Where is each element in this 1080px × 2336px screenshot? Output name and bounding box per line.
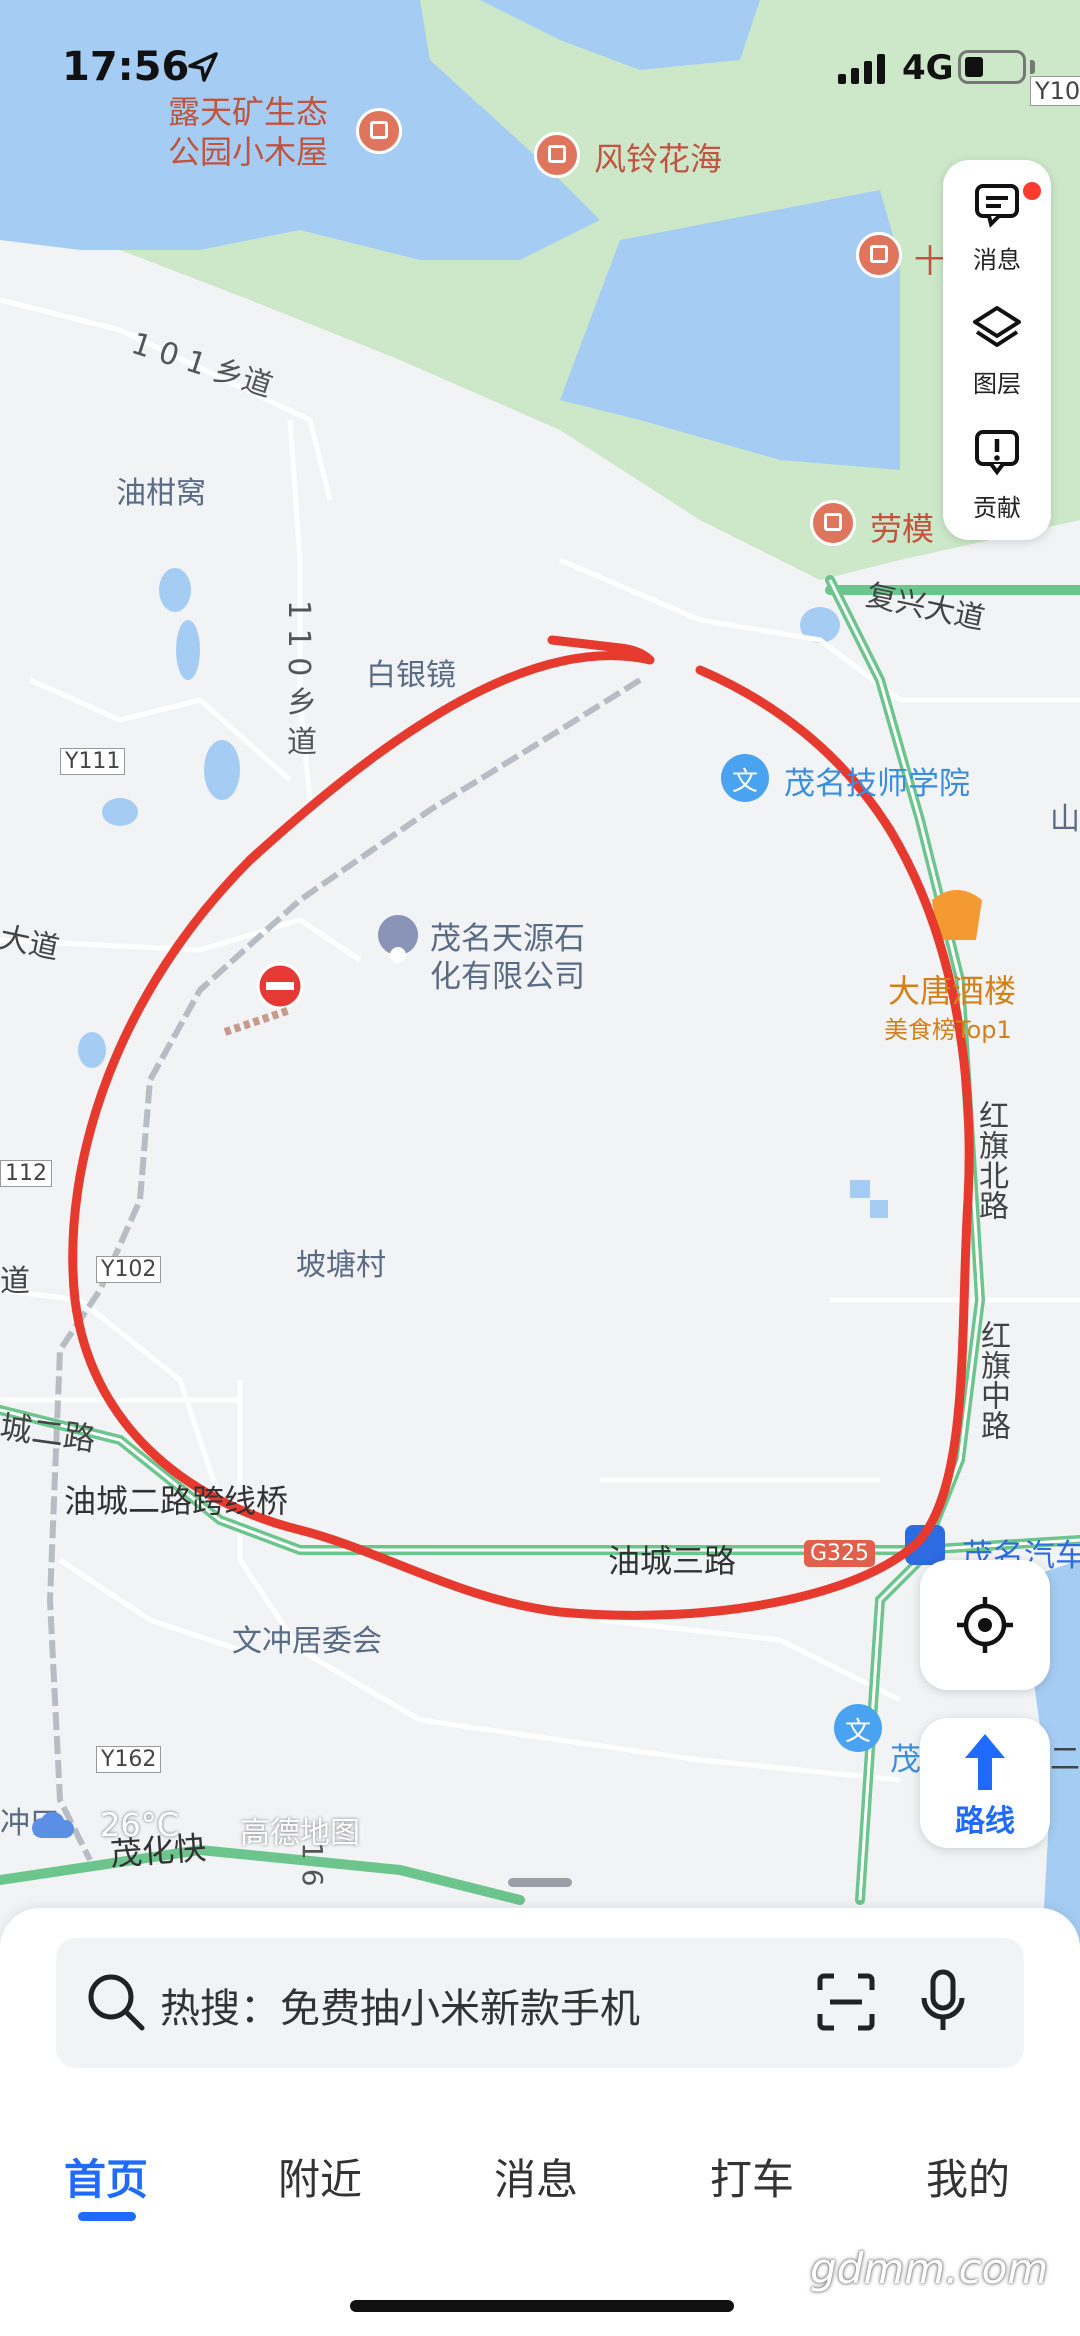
cellular-signal-icon [838, 54, 885, 84]
road-label: G325 [804, 1540, 876, 1567]
road-label: 道 [0, 1264, 30, 1299]
map-label-poi[interactable]: 劳模 [870, 504, 934, 550]
svg-text:文: 文 [732, 766, 758, 796]
tab-home[interactable]: 首页 [64, 2146, 148, 2207]
messages-button[interactable]: 消息 [943, 166, 1051, 286]
place-label: 白银镜 [366, 658, 456, 693]
svg-text:文: 文 [845, 1716, 871, 1746]
message-icon [975, 184, 1019, 228]
poi-icon[interactable] [856, 232, 902, 278]
messages-label: 消息 [973, 246, 1021, 274]
network-type: 4G [902, 48, 954, 88]
road-label: 1 1 0 乡 道 [281, 600, 316, 756]
crosshair-icon [957, 1597, 1013, 1653]
route-label: 路线 [955, 1804, 1015, 1839]
map-label-restaurant-sub: 美食榜Top1 [884, 1016, 1012, 1044]
place-label: 坡塘村 [296, 1248, 386, 1283]
active-tab-indicator [78, 2212, 136, 2221]
route-arrow-icon [965, 1734, 1005, 1790]
status-bar: 17:56 4G [0, 0, 1080, 130]
cloud-icon [32, 1811, 75, 1838]
poi-icon[interactable] [534, 132, 580, 178]
sheet-grabber[interactable] [508, 1878, 572, 1887]
road-label: 油城三路 [608, 1542, 737, 1580]
status-time: 17:56 [62, 44, 190, 90]
route-button[interactable]: 路线 [920, 1718, 1050, 1848]
tab-profile[interactable]: 我的 [926, 2146, 1010, 2207]
layers-icon [973, 306, 1021, 347]
location-arrow-icon [188, 52, 218, 82]
road-label: Y162 [96, 1746, 162, 1773]
poi-icon[interactable] [810, 500, 856, 546]
search-hot-text[interactable]: 热搜：免费抽小米新款手机 [160, 1976, 640, 2034]
notification-dot [1021, 180, 1043, 202]
map-label-poi[interactable]: 风铃花海 [594, 134, 722, 180]
search-icon [88, 1974, 145, 2031]
road-label: 油城二路跨线桥 [64, 1482, 289, 1520]
road-label: Y111 [60, 748, 126, 775]
map-label-poi[interactable]: 茂 [890, 1734, 921, 1779]
map-label-poi[interactable]: 茂名天源石化有限公司 [430, 920, 610, 996]
battery-icon [958, 50, 1026, 84]
place-label: 油柑窝 [116, 476, 206, 511]
map-label-restaurant[interactable]: 大唐酒楼 [888, 966, 1016, 1012]
map-tools-panel: 消息 图层 贡献 [943, 160, 1051, 540]
map-label-poi[interactable]: 茂名技师学院 [784, 758, 970, 803]
map-label-poi[interactable]: 十 [914, 236, 946, 282]
locate-me-button[interactable] [920, 1560, 1050, 1690]
contribute-button[interactable]: 贡献 [943, 414, 1051, 534]
microphone-icon[interactable] [918, 1968, 968, 2034]
contribute-label: 贡献 [973, 494, 1021, 522]
place-label: 文冲居委会 [232, 1624, 382, 1659]
road-label: 红旗中路 [975, 1320, 1010, 1440]
tab-nearby[interactable]: 附近 [278, 2146, 362, 2207]
road-label: 二 [1050, 1742, 1080, 1777]
home-indicator[interactable] [350, 2300, 734, 2312]
battery-tip [1030, 60, 1035, 74]
layers-button[interactable]: 图层 [943, 290, 1051, 410]
place-label: 山 [1050, 802, 1080, 837]
road-label: 红旗北路 [973, 1100, 1008, 1220]
watermark-text: gdmm.com [810, 2244, 1049, 2293]
tab-messages[interactable]: 消息 [494, 2146, 578, 2207]
brand-logo-text: 高德地图 [240, 1816, 360, 1851]
tab-taxi[interactable]: 打车 [710, 2146, 794, 2207]
layers-label: 图层 [973, 370, 1021, 398]
road-label: Y102 [96, 1256, 162, 1283]
scan-icon[interactable] [816, 1972, 876, 2032]
weather-temperature: 26°C [100, 1806, 180, 1844]
report-icon [975, 430, 1019, 476]
road-label: 112 [0, 1160, 52, 1187]
